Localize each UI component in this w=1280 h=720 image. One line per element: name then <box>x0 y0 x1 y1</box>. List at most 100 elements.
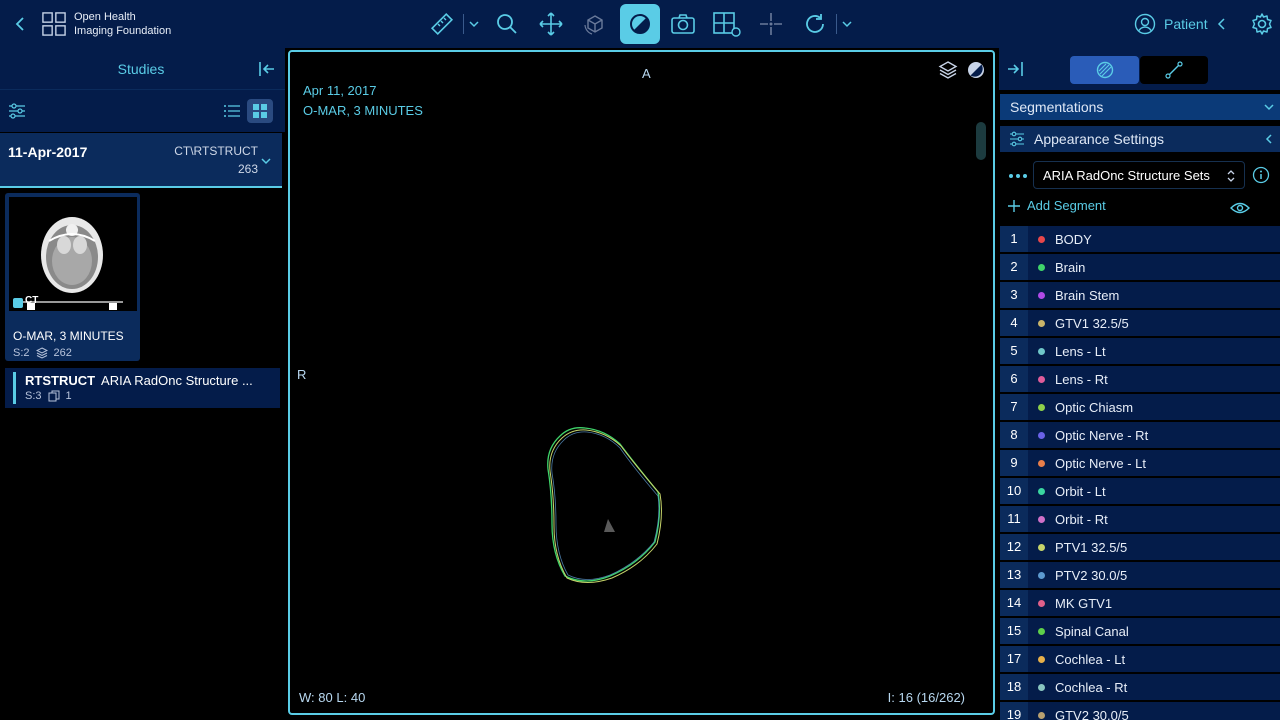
segment-color-swatch <box>1038 712 1045 719</box>
study-date: 11-Apr-2017 <box>8 144 88 160</box>
crosshairs-tool-button[interactable] <box>751 4 791 44</box>
org-name-line2: Imaging Foundation <box>74 25 172 37</box>
segment-row[interactable]: 13 PTV2 30.0/5 <box>1000 562 1280 588</box>
gear-icon[interactable] <box>1250 12 1274 36</box>
select-arrows-icon <box>1227 170 1235 182</box>
info-icon[interactable] <box>1252 166 1270 184</box>
collapse-panel-icon[interactable] <box>258 60 276 78</box>
series-thumbnail-card[interactable]: CT O-MAR, 3 MINUTES S:2 262 <box>5 193 140 361</box>
segment-row[interactable]: 12 PTV1 32.5/5 <box>1000 534 1280 560</box>
thumbnail-view-button[interactable] <box>247 99 273 123</box>
segment-label: Orbit - Lt <box>1055 484 1106 499</box>
segment-row[interactable]: 3 Brain Stem <box>1000 282 1280 308</box>
org-name-line1: Open Health <box>74 11 136 23</box>
segmentation-contour <box>547 427 662 583</box>
segment-color-swatch <box>1038 628 1045 635</box>
study-item[interactable]: 11-Apr-2017 CT\RTSTRUCT 263 <box>0 133 282 188</box>
contrast-icon[interactable] <box>967 61 985 79</box>
segment-row[interactable]: 4 GTV1 32.5/5 <box>1000 310 1280 336</box>
capture-tool-button[interactable] <box>663 4 703 44</box>
segmentations-section-header[interactable]: Segmentations <box>1000 94 1280 120</box>
segment-label: Orbit - Rt <box>1055 512 1108 527</box>
segment-row[interactable]: 7 Optic Chiasm <box>1000 394 1280 420</box>
segment-row[interactable]: 15 Spinal Canal <box>1000 618 1280 644</box>
window-value: 80 <box>318 690 333 705</box>
structure-set-selected-value: ARIA RadOnc Structure Sets <box>1043 168 1210 183</box>
tab-segmentation[interactable] <box>1070 56 1139 84</box>
reset-view-button[interactable] <box>795 4 835 44</box>
level-label: L: <box>336 690 348 705</box>
expand-panel-icon[interactable] <box>1006 60 1024 78</box>
3d-rotate-tool-button[interactable] <box>575 4 615 44</box>
segment-label: PTV1 32.5/5 <box>1055 540 1128 555</box>
segment-label: Cochlea - Lt <box>1055 652 1126 667</box>
segment-row[interactable]: 14 MK GTV1 <box>1000 590 1280 616</box>
segment-row[interactable]: 9 Optic Nerve - Lt <box>1000 450 1280 476</box>
segment-label: Cochlea - Rt <box>1055 680 1128 695</box>
appearance-settings-title: Appearance Settings <box>1034 131 1164 147</box>
segment-number: 10 <box>1000 478 1028 504</box>
window-label: W: <box>299 690 315 705</box>
rtstruct-series-item[interactable]: RTSTRUCT ARIA RadOnc Structure ... S:3 1 <box>5 368 280 408</box>
filter-settings-icon[interactable] <box>8 102 26 120</box>
segment-row[interactable]: 2 Brain <box>1000 254 1280 280</box>
layout-tool-button[interactable] <box>707 4 747 44</box>
window-level-tool-button[interactable] <box>620 4 660 44</box>
segment-number: 15 <box>1000 618 1028 644</box>
segment-label: BODY <box>1055 232 1092 247</box>
zoom-tool-button[interactable] <box>487 4 527 44</box>
segmentation-icon <box>1096 61 1113 79</box>
add-segment-label: Add Segment <box>1027 198 1106 213</box>
chevron-left-icon <box>1217 18 1225 30</box>
add-segment-button[interactable]: Add Segment <box>1007 198 1106 213</box>
series-description: O-MAR, 3 MINUTES <box>13 329 124 343</box>
search-icon <box>497 14 517 34</box>
series-meta: S:2 262 <box>13 347 72 359</box>
toolbar-separator <box>836 14 837 34</box>
segment-row[interactable]: 1 BODY <box>1000 226 1280 252</box>
appearance-settings-header[interactable]: Appearance Settings <box>1000 126 1280 152</box>
pan-tool-button[interactable] <box>531 4 571 44</box>
tab-measurements[interactable] <box>1140 56 1208 84</box>
eye-icon[interactable] <box>1230 201 1250 215</box>
copy-icon <box>48 390 60 402</box>
chevron-down-icon[interactable] <box>841 16 853 32</box>
measure-tool-button[interactable] <box>422 4 462 44</box>
org-name: Open Health Imaging Foundation <box>74 10 171 38</box>
series-number: S:2 <box>13 347 30 359</box>
segment-row[interactable]: 18 Cochlea - Rt <box>1000 674 1280 700</box>
segment-row[interactable]: 8 Optic Nerve - Rt <box>1000 422 1280 448</box>
segment-label: Optic Nerve - Lt <box>1055 456 1147 471</box>
patient-info-button[interactable]: Patient <box>1134 12 1228 36</box>
segment-row[interactable]: 19 GTV2 30.0/5 <box>1000 702 1280 720</box>
more-options-icon[interactable] <box>1008 173 1028 179</box>
chevron-down-icon[interactable] <box>468 16 480 32</box>
move-icon <box>539 12 563 36</box>
structure-set-select[interactable]: ARIA RadOnc Structure Sets <box>1033 161 1245 189</box>
segmentations-title: Segmentations <box>1010 99 1104 115</box>
segment-row[interactable]: 5 Lens - Lt <box>1000 338 1280 364</box>
segment-row[interactable]: 17 Cochlea - Lt <box>1000 646 1280 672</box>
segment-label: GTV1 32.5/5 <box>1055 316 1129 331</box>
study-modalities: CT\RTSTRUCT <box>174 144 258 158</box>
segment-row[interactable]: 10 Orbit - Lt <box>1000 478 1280 504</box>
rotate-icon <box>806 14 824 33</box>
ct-head-thumbnail-image <box>9 197 137 311</box>
studies-header: Studies <box>0 48 285 90</box>
orientation-marker-left: R <box>297 367 307 382</box>
plus-icon <box>1008 199 1020 212</box>
study-instance-count: 263 <box>237 162 258 176</box>
layers-icon[interactable] <box>938 60 958 80</box>
back-chevron-icon[interactable] <box>12 14 28 34</box>
segment-number: 9 <box>1000 450 1028 476</box>
segment-row[interactable]: 11 Orbit - Rt <box>1000 506 1280 532</box>
viewport-scrollbar-handle[interactable] <box>976 122 986 160</box>
segment-row[interactable]: 6 Lens - Rt <box>1000 366 1280 392</box>
chevron-left-icon <box>1265 134 1272 144</box>
chevron-down-icon <box>261 158 271 165</box>
segment-number: 13 <box>1000 562 1028 588</box>
main-viewport[interactable]: Apr 11, 2017 O-MAR, 3 MINUTES A R W: 80 … <box>288 50 995 715</box>
list-view-button[interactable] <box>220 99 244 123</box>
crosshair-icon <box>760 13 782 35</box>
segment-label: Optic Chiasm <box>1055 400 1134 415</box>
